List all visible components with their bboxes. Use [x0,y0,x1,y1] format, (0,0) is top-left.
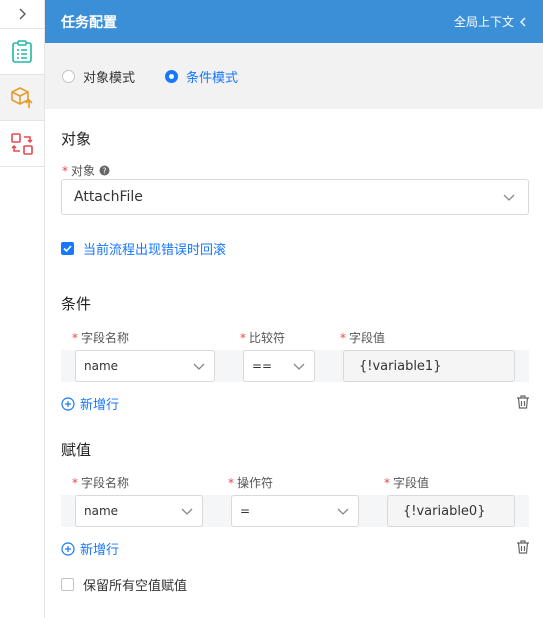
list-clipboard-icon [12,39,32,63]
rail-item-list[interactable] [0,29,44,75]
swap-icon [11,132,33,155]
chevron-down-icon [337,508,349,515]
cond-add-row-button[interactable]: 新增行 [61,394,119,413]
radio-condition-mode[interactable]: 条件模式 [165,67,238,86]
trash-icon[interactable] [515,394,531,410]
assign-header-field: * 字段名称 [72,475,130,491]
plus-circle-icon [61,541,75,556]
object-select-value: AttachFile [74,189,143,205]
help-icon: ? [99,165,110,176]
assignments-section-title: 赋值 [61,441,92,459]
keep-empty-checkbox[interactable]: 保留所有空值赋值 [61,575,187,594]
assign-add-row-button[interactable]: 新增行 [61,539,119,558]
checkbox-box [61,578,74,591]
svg-text:?: ? [102,166,106,175]
radio-dot [165,69,179,83]
radio-dot [62,69,75,83]
panel-title: 任务配置 [61,14,117,31]
assign-header-value: * 字段值 [384,475,430,491]
cond-header-value: * 字段值 [340,330,386,346]
global-context-toggle[interactable]: 全局上下文 [454,13,527,30]
checkbox-box [61,242,74,255]
rollback-label: 当前流程出现错误时回滚 [83,243,227,258]
trash-icon[interactable] [515,539,531,555]
mode-selector: 对象模式 条件模式 [45,43,543,109]
assign-value-field[interactable]: {!variable0} [387,495,515,527]
cond-header-field: * 字段名称 [72,330,130,346]
chevron-down-icon [181,508,193,515]
chevron-down-icon [293,363,305,370]
left-rail [0,0,45,618]
radio-label: 对象模式 [83,70,136,86]
assign-field-select[interactable]: name [75,495,203,527]
cond-operator-select[interactable]: == [243,350,315,382]
chevron-left-icon [520,17,526,26]
radio-object-mode[interactable]: 对象模式 [62,67,135,86]
object-section-title: 对象 [61,130,92,148]
assign-operator-select[interactable]: = [231,495,359,527]
task-config-panel: 任务配置 全局上下文 对象模式 条件模式 对象 * 对象 ? AttachFil… [45,0,543,618]
cond-value-field[interactable]: {!variable1} [343,350,515,382]
panel-header: 任务配置 全局上下文 [45,0,543,43]
cond-field-select[interactable]: name [75,350,215,382]
chevron-right-icon [19,8,26,20]
rail-item-swap[interactable] [0,121,44,167]
radio-label: 条件模式 [186,70,239,86]
global-context-label: 全局上下文 [453,15,514,29]
assign-header-operator: * 操作符 [228,475,274,491]
collapse-toggle[interactable] [0,0,44,29]
check-icon [63,245,72,253]
keep-empty-label: 保留所有空值赋值 [83,579,188,594]
box-upload-icon [11,86,33,108]
rail-item-object-update[interactable] [0,75,44,121]
cond-header-operator: * 比较符 [240,330,286,346]
rollback-checkbox[interactable]: 当前流程出现错误时回滚 [61,239,226,258]
chevron-down-icon [193,363,205,370]
conditions-section-title: 条件 [61,295,92,313]
plus-circle-icon [61,396,75,411]
object-select[interactable]: AttachFile [61,179,529,215]
chevron-down-icon [503,194,515,201]
object-field-label: * 对象 ? [62,162,110,179]
